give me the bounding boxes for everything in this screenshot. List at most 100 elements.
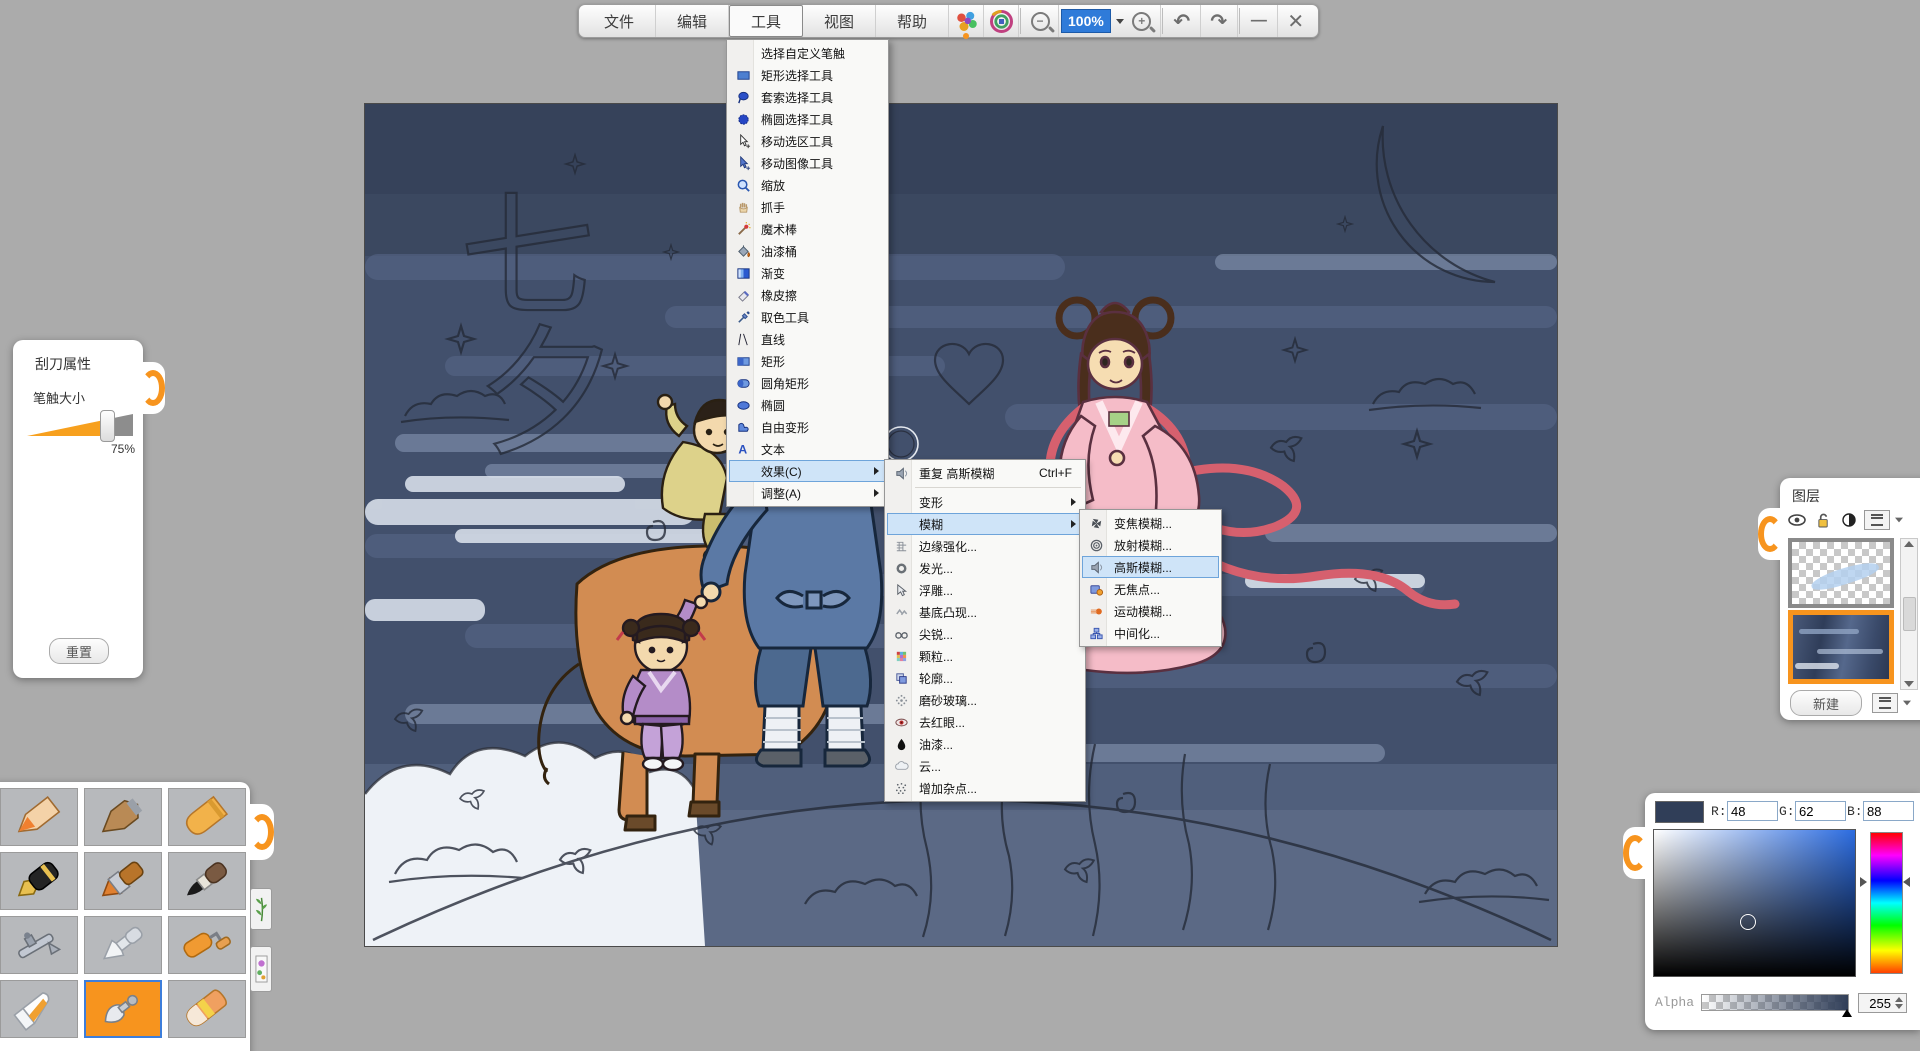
scrollbar-thumb[interactable] xyxy=(1903,597,1916,631)
minimize-button[interactable]: — xyxy=(1241,5,1278,37)
panel-collapse-handle[interactable] xyxy=(141,362,165,414)
menu-item-gaussian-blur[interactable]: 高斯模糊... xyxy=(1082,556,1219,578)
menu-item-magic-wand-tool[interactable]: 魔术棒 xyxy=(729,218,886,240)
menu-button-file[interactable]: 文件 xyxy=(583,5,656,37)
menu-item-ellipse-tool[interactable]: 椭圆 xyxy=(729,394,886,416)
menu-item-bas-relief[interactable]: 基底凸现... xyxy=(887,601,1083,623)
brush-mode-icon[interactable] xyxy=(949,5,984,37)
menu-item-paint-bucket-tool[interactable]: 油漆桶 xyxy=(729,240,886,262)
plant-brush-button[interactable] xyxy=(250,888,272,930)
alpha-down-arrow[interactable] xyxy=(1895,1004,1903,1009)
menu-item-remove-red-eye[interactable]: 去红眼... xyxy=(887,711,1083,733)
menu-item-clouds[interactable]: 云... xyxy=(887,755,1083,777)
menu-item-line-tool[interactable]: 直线 xyxy=(729,328,886,350)
menu-item-text-tool[interactable]: A文本 xyxy=(729,438,886,460)
blue-input[interactable] xyxy=(1863,801,1914,821)
menu-item-transform-submenu[interactable]: 变形 xyxy=(887,491,1083,513)
zoom-level-value[interactable]: 100% xyxy=(1061,9,1111,33)
layer-visibility-eye-icon[interactable] xyxy=(1786,511,1808,529)
red-input[interactable] xyxy=(1727,801,1778,821)
menu-item-zoom-blur[interactable]: 变焦模糊... xyxy=(1082,512,1219,534)
menu-item-blur-submenu[interactable]: 模糊 xyxy=(887,513,1083,535)
layer-options-caret[interactable] xyxy=(1895,518,1903,523)
layers-collapse-handle[interactable] xyxy=(1758,508,1782,560)
palette-mode-icon[interactable] xyxy=(984,5,1019,37)
menu-item-radial-blur[interactable]: 放射模糊... xyxy=(1082,534,1219,556)
menu-item-free-transform-tool[interactable]: 自由变形 xyxy=(729,416,886,438)
zoom-level-combo[interactable]: 100% xyxy=(1059,5,1124,37)
layers-scrollbar[interactable] xyxy=(1900,538,1918,690)
menu-item-ellipse-select-tool[interactable]: 椭圆选择工具 xyxy=(729,108,886,130)
hue-bar[interactable] xyxy=(1870,832,1903,974)
brush-palette-knife[interactable] xyxy=(84,916,162,974)
menu-item-eraser-tool[interactable]: 橡皮擦 xyxy=(729,284,886,306)
menu-item-glow[interactable]: 发光... xyxy=(887,557,1083,579)
menu-item-effects-submenu[interactable]: 效果(C) xyxy=(729,460,886,482)
menu-item-rect-select-tool[interactable]: 矩形选择工具 xyxy=(729,64,886,86)
menu-button-help[interactable]: 帮助 xyxy=(876,5,949,37)
menu-button-view[interactable]: 视图 xyxy=(803,5,876,37)
brush-size-slider[interactable] xyxy=(27,414,133,436)
brush-ink-brush[interactable] xyxy=(168,852,246,910)
brush-paint-brush[interactable] xyxy=(84,852,162,910)
menu-button-tools[interactable]: 工具 xyxy=(729,5,803,37)
slider-handle[interactable] xyxy=(100,410,115,442)
sticker-brush-button[interactable] xyxy=(250,946,272,992)
zoom-out-button[interactable]: − xyxy=(1022,5,1059,37)
layer-lock-icon[interactable] xyxy=(1812,511,1834,529)
brush-paint-roller[interactable] xyxy=(168,916,246,974)
brush-wood-pen[interactable] xyxy=(84,788,162,846)
menu-button-edit[interactable]: 编辑 xyxy=(656,5,729,37)
menu-item-rectangle-tool[interactable]: 矩形 xyxy=(729,350,886,372)
menu-item-grain[interactable]: 颗粒... xyxy=(887,645,1083,667)
menu-item-sharpen[interactable]: 尖锐... xyxy=(887,623,1083,645)
menu-item-median[interactable]: 中间化... xyxy=(1082,622,1219,644)
menu-item-move-selection-tool[interactable]: 移动选区工具 xyxy=(729,130,886,152)
menu-item-color-picker-tool[interactable]: 取色工具 xyxy=(729,306,886,328)
brush-paint-tube[interactable] xyxy=(0,980,78,1038)
menu-item-emboss[interactable]: 浮雕... xyxy=(887,579,1083,601)
brush-crayon[interactable] xyxy=(168,788,246,846)
layers-bottom-menu-button[interactable] xyxy=(1872,693,1898,713)
zoom-dropdown-caret[interactable] xyxy=(1116,19,1124,24)
undo-button[interactable]: ↶ xyxy=(1164,5,1201,37)
alpha-marker[interactable] xyxy=(1842,1009,1852,1017)
alpha-slider[interactable] xyxy=(1701,994,1849,1011)
brush-fountain-pen[interactable] xyxy=(0,852,78,910)
hue-marker-right[interactable] xyxy=(1903,877,1910,887)
brush-eraser[interactable] xyxy=(168,980,246,1038)
menu-item-rounded-rectangle-tool[interactable]: 圆角矩形 xyxy=(729,372,886,394)
hue-marker-left[interactable] xyxy=(1860,877,1867,887)
layers-bottom-caret[interactable] xyxy=(1903,701,1911,706)
alpha-up-arrow[interactable] xyxy=(1895,997,1903,1002)
green-input[interactable] xyxy=(1795,801,1846,821)
menu-item-contour[interactable]: 轮廓... xyxy=(887,667,1083,689)
brush-pencil[interactable] xyxy=(0,788,78,846)
menu-item-motion-blur[interactable]: 运动模糊... xyxy=(1082,600,1219,622)
menu-item-frosted-glass[interactable]: 磨砂玻璃... xyxy=(887,689,1083,711)
menu-item-adjust-submenu[interactable]: 调整(A) xyxy=(729,482,886,504)
menu-item-move-image-tool[interactable]: 移动图像工具 xyxy=(729,152,886,174)
brush-airbrush[interactable] xyxy=(0,916,78,974)
menu-item-defocus[interactable]: 无焦点... xyxy=(1082,578,1219,600)
color-cursor[interactable] xyxy=(1740,914,1756,930)
layer-thumbnail-sky-selected[interactable] xyxy=(1788,610,1894,684)
layer-options-menu-button[interactable] xyxy=(1864,510,1890,530)
redo-button[interactable]: ↷ xyxy=(1201,5,1238,37)
zoom-in-button[interactable]: + xyxy=(1124,5,1161,37)
new-layer-button[interactable]: 新建 xyxy=(1790,690,1862,716)
menu-item-paint[interactable]: 油漆... xyxy=(887,733,1083,755)
brush-scraper[interactable] xyxy=(84,980,162,1038)
scroll-down-arrow[interactable] xyxy=(1904,681,1914,687)
menu-item-add-noise[interactable]: 增加杂点... xyxy=(887,777,1083,799)
menu-item-select-custom-brush[interactable]: 选择自定义笔触 xyxy=(729,42,886,64)
layer-opacity-icon[interactable] xyxy=(1838,511,1860,529)
alpha-input[interactable] xyxy=(1859,995,1893,1012)
menu-item-edge-enhance[interactable]: 边缘强化... xyxy=(887,535,1083,557)
palette-collapse-handle[interactable] xyxy=(250,804,274,860)
menu-item-gradient-tool[interactable]: 渐变 xyxy=(729,262,886,284)
scroll-up-arrow[interactable] xyxy=(1904,541,1914,547)
menu-item-zoom-tool[interactable]: 缩放 xyxy=(729,174,886,196)
reset-button[interactable]: 重置 xyxy=(49,638,109,664)
saturation-value-square[interactable] xyxy=(1653,829,1856,977)
